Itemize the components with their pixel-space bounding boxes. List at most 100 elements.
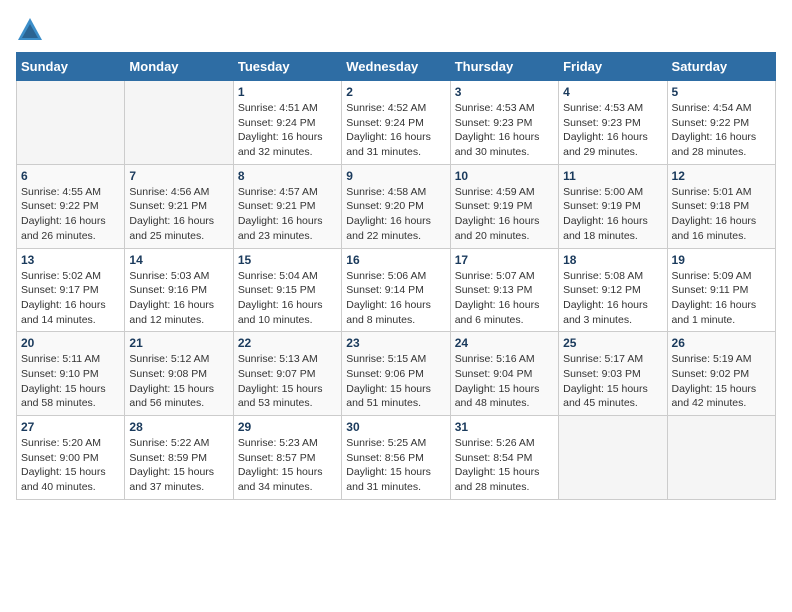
- calendar-cell: [125, 81, 233, 165]
- day-number: 15: [238, 253, 337, 267]
- calendar-cell: 29Sunrise: 5:23 AM Sunset: 8:57 PM Dayli…: [233, 416, 341, 500]
- calendar-cell: 19 Sunrise: 5:09 AM Sunset: 9:11 PM Dayli…: [667, 248, 775, 332]
- day-number: 17: [455, 253, 554, 267]
- day-header-tuesday: Tuesday: [233, 53, 341, 81]
- calendar-cell: 14 Sunrise: 5:03 AM Sunset: 9:16 PM Dayli…: [125, 248, 233, 332]
- calendar-header-row: SundayMondayTuesdayWednesdayThursdayFrid…: [17, 53, 776, 81]
- calendar-cell: 31 Sunrise: 5:26 AM Sunset: 8:54 PM Dayli…: [450, 416, 558, 500]
- day-number: 19: [672, 253, 771, 267]
- day-info: Sunrise: 5:17 AM Sunset: 9:03 PM Dayligh…: [563, 352, 662, 411]
- calendar-cell: 22Sunrise: 5:13 AM Sunset: 9:07 PM Dayli…: [233, 332, 341, 416]
- day-info: Sunrise: 5:06 AM Sunset: 9:14 PM Dayligh…: [346, 269, 445, 328]
- logo-icon: [16, 16, 44, 44]
- day-number: 1: [238, 85, 337, 99]
- day-info: Sunrise: 4:53 AM Sunset: 9:23 PM Dayligh…: [455, 101, 554, 160]
- day-number: 9: [346, 169, 445, 183]
- day-info: Sunrise: 4:57 AM Sunset: 9:21 PM Dayligh…: [238, 185, 337, 244]
- calendar-cell: 1 Sunrise: 4:51 AM Sunset: 9:24 PM Daylig…: [233, 81, 341, 165]
- calendar-cell: 12 Sunrise: 5:01 AM Sunset: 9:18 PM Dayli…: [667, 164, 775, 248]
- calendar-week-row: 20 Sunrise: 5:11 AM Sunset: 9:10 PM Dayli…: [17, 332, 776, 416]
- calendar-cell: 6 Sunrise: 4:55 AM Sunset: 9:22 PM Daylig…: [17, 164, 125, 248]
- day-info: Sunrise: 4:53 AM Sunset: 9:23 PM Dayligh…: [563, 101, 662, 160]
- day-info: Sunrise: 4:51 AM Sunset: 9:24 PM Dayligh…: [238, 101, 337, 160]
- day-info: Sunrise: 5:04 AM Sunset: 9:15 PM Dayligh…: [238, 269, 337, 328]
- calendar-cell: 5 Sunrise: 4:54 AM Sunset: 9:22 PM Daylig…: [667, 81, 775, 165]
- calendar-cell: 21 Sunrise: 5:12 AM Sunset: 9:08 PM Dayli…: [125, 332, 233, 416]
- day-info: Sunrise: 5:11 AM Sunset: 9:10 PM Dayligh…: [21, 352, 120, 411]
- day-number: 26: [672, 336, 771, 350]
- day-number: 2: [346, 85, 445, 99]
- page-header: [16, 16, 776, 44]
- calendar-cell: 9 Sunrise: 4:58 AM Sunset: 9:20 PM Daylig…: [342, 164, 450, 248]
- calendar-cell: 23Sunrise: 5:15 AM Sunset: 9:06 PM Dayli…: [342, 332, 450, 416]
- day-number: 7: [129, 169, 228, 183]
- day-number: 20: [21, 336, 120, 350]
- day-number: 16: [346, 253, 445, 267]
- day-number: 14: [129, 253, 228, 267]
- calendar-cell: 15 Sunrise: 5:04 AM Sunset: 9:15 PM Dayli…: [233, 248, 341, 332]
- day-info: Sunrise: 5:08 AM Sunset: 9:12 PM Dayligh…: [563, 269, 662, 328]
- day-number: 3: [455, 85, 554, 99]
- day-info: Sunrise: 5:02 AM Sunset: 9:17 PM Dayligh…: [21, 269, 120, 328]
- calendar-cell: 17 Sunrise: 5:07 AM Sunset: 9:13 PM Dayli…: [450, 248, 558, 332]
- day-number: 4: [563, 85, 662, 99]
- day-header-friday: Friday: [559, 53, 667, 81]
- day-number: 28: [129, 420, 228, 434]
- calendar-week-row: 1 Sunrise: 4:51 AM Sunset: 9:24 PM Daylig…: [17, 81, 776, 165]
- day-number: 5: [672, 85, 771, 99]
- day-info: Sunrise: 5:25 AM Sunset: 8:56 PM Dayligh…: [346, 436, 445, 495]
- calendar-cell: 24Sunrise: 5:16 AM Sunset: 9:04 PM Dayli…: [450, 332, 558, 416]
- day-number: 10: [455, 169, 554, 183]
- day-header-thursday: Thursday: [450, 53, 558, 81]
- day-info: Sunrise: 5:00 AM Sunset: 9:19 PM Dayligh…: [563, 185, 662, 244]
- day-number: 8: [238, 169, 337, 183]
- day-info: Sunrise: 4:55 AM Sunset: 9:22 PM Dayligh…: [21, 185, 120, 244]
- day-info: Sunrise: 4:59 AM Sunset: 9:19 PM Dayligh…: [455, 185, 554, 244]
- day-header-monday: Monday: [125, 53, 233, 81]
- calendar-cell: 11Sunrise: 5:00 AM Sunset: 9:19 PM Dayli…: [559, 164, 667, 248]
- day-number: 31: [455, 420, 554, 434]
- day-info: Sunrise: 5:26 AM Sunset: 8:54 PM Dayligh…: [455, 436, 554, 495]
- calendar-cell: 3 Sunrise: 4:53 AM Sunset: 9:23 PM Daylig…: [450, 81, 558, 165]
- calendar-cell: 30 Sunrise: 5:25 AM Sunset: 8:56 PM Dayli…: [342, 416, 450, 500]
- day-info: Sunrise: 5:07 AM Sunset: 9:13 PM Dayligh…: [455, 269, 554, 328]
- calendar-cell: [559, 416, 667, 500]
- calendar-cell: 20 Sunrise: 5:11 AM Sunset: 9:10 PM Dayli…: [17, 332, 125, 416]
- day-number: 21: [129, 336, 228, 350]
- day-info: Sunrise: 5:03 AM Sunset: 9:16 PM Dayligh…: [129, 269, 228, 328]
- day-number: 24: [455, 336, 554, 350]
- day-info: Sunrise: 4:54 AM Sunset: 9:22 PM Dayligh…: [672, 101, 771, 160]
- day-info: Sunrise: 4:56 AM Sunset: 9:21 PM Dayligh…: [129, 185, 228, 244]
- day-header-sunday: Sunday: [17, 53, 125, 81]
- day-info: Sunrise: 5:19 AM Sunset: 9:02 PM Dayligh…: [672, 352, 771, 411]
- day-number: 12: [672, 169, 771, 183]
- day-header-wednesday: Wednesday: [342, 53, 450, 81]
- calendar-cell: 7 Sunrise: 4:56 AM Sunset: 9:21 PM Daylig…: [125, 164, 233, 248]
- day-info: Sunrise: 4:52 AM Sunset: 9:24 PM Dayligh…: [346, 101, 445, 160]
- day-number: 25: [563, 336, 662, 350]
- logo: [16, 16, 48, 44]
- calendar-cell: 4 Sunrise: 4:53 AM Sunset: 9:23 PM Daylig…: [559, 81, 667, 165]
- calendar-week-row: 13 Sunrise: 5:02 AM Sunset: 9:17 PM Dayli…: [17, 248, 776, 332]
- day-number: 13: [21, 253, 120, 267]
- calendar-cell: 10 Sunrise: 4:59 AM Sunset: 9:19 PM Dayli…: [450, 164, 558, 248]
- calendar-cell: 8 Sunrise: 4:57 AM Sunset: 9:21 PM Daylig…: [233, 164, 341, 248]
- day-info: Sunrise: 5:22 AM Sunset: 8:59 PM Dayligh…: [129, 436, 228, 495]
- day-info: Sunrise: 5:01 AM Sunset: 9:18 PM Dayligh…: [672, 185, 771, 244]
- calendar-cell: [667, 416, 775, 500]
- day-info: Sunrise: 5:15 AM Sunset: 9:06 PM Dayligh…: [346, 352, 445, 411]
- calendar-week-row: 6 Sunrise: 4:55 AM Sunset: 9:22 PM Daylig…: [17, 164, 776, 248]
- calendar-cell: 28 Sunrise: 5:22 AM Sunset: 8:59 PM Dayli…: [125, 416, 233, 500]
- day-number: 6: [21, 169, 120, 183]
- day-number: 30: [346, 420, 445, 434]
- day-number: 22: [238, 336, 337, 350]
- calendar-cell: 2 Sunrise: 4:52 AM Sunset: 9:24 PM Daylig…: [342, 81, 450, 165]
- calendar-week-row: 27 Sunrise: 5:20 AM Sunset: 9:00 PM Dayli…: [17, 416, 776, 500]
- day-number: 27: [21, 420, 120, 434]
- day-info: Sunrise: 4:58 AM Sunset: 9:20 PM Dayligh…: [346, 185, 445, 244]
- calendar-cell: 25 Sunrise: 5:17 AM Sunset: 9:03 PM Dayli…: [559, 332, 667, 416]
- day-info: Sunrise: 5:09 AM Sunset: 9:11 PM Dayligh…: [672, 269, 771, 328]
- day-header-saturday: Saturday: [667, 53, 775, 81]
- day-info: Sunrise: 5:20 AM Sunset: 9:00 PM Dayligh…: [21, 436, 120, 495]
- day-info: Sunrise: 5:12 AM Sunset: 9:08 PM Dayligh…: [129, 352, 228, 411]
